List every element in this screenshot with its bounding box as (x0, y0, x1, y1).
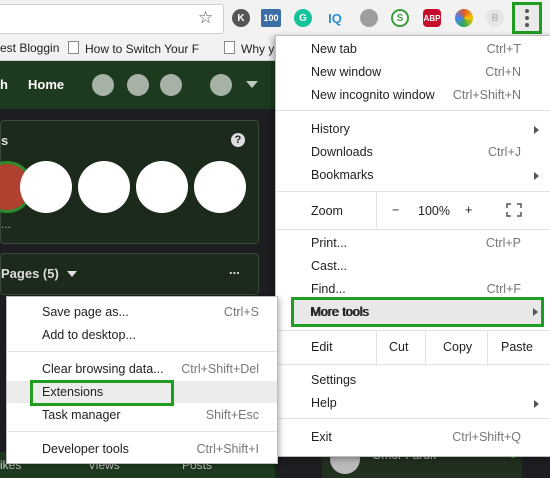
chrome-main-menu: New tab Ctrl+T New window Ctrl+N New incog… (275, 35, 550, 457)
color-wheel-extension-icon[interactable] (455, 9, 473, 27)
menu-item-developer-tools[interactable]: Developer tools Ctrl+Shift+I (7, 438, 277, 460)
menu-item-help[interactable]: Help (276, 392, 550, 414)
menu-item-new-tab[interactable]: New tab Ctrl+T (276, 38, 550, 60)
more-dots: ... (1, 217, 12, 231)
menu-item-history[interactable]: History (276, 118, 550, 140)
menu-item-new-incognito-window[interactable]: New incognito window Ctrl+Shift+N (276, 84, 550, 106)
friends-icon[interactable] (92, 74, 114, 96)
caret-down-icon[interactable] (246, 81, 258, 88)
more-options-icon[interactable]: ... (229, 262, 240, 277)
story-placeholder[interactable] (78, 161, 130, 213)
menu-divider (276, 191, 550, 192)
bookmark-item[interactable]: How to Switch Your F (68, 41, 199, 56)
bookmark-star-icon[interactable]: ☆ (198, 8, 213, 28)
zoom-divider (376, 192, 377, 228)
edit-divider (425, 330, 426, 366)
story-placeholder[interactable] (136, 161, 188, 213)
stories-panel: s ? ... (0, 120, 259, 244)
stories-title: s (1, 133, 9, 148)
pages-panel: Pages (5) ... (0, 253, 259, 295)
menu-divider (276, 330, 550, 331)
edit-divider (487, 330, 488, 366)
menu-divider (7, 351, 277, 352)
extension-iq-icon[interactable]: IQ (326, 9, 344, 27)
menu-item-edit: Edit Cut Copy Paste (276, 330, 550, 366)
bookmark-item[interactable]: est Bloggin (0, 41, 59, 55)
help-icon[interactable] (210, 74, 232, 96)
menu-item-clear-browsing-data[interactable]: Clear browsing data... Ctrl+Shift+Del (7, 358, 277, 380)
menu-divider (7, 431, 277, 432)
zoom-out-button[interactable]: − (392, 203, 399, 217)
browser-toolbar: ☆ K 100 G IQ S ABP B (0, 0, 550, 39)
extension-100-icon[interactable]: 100 (261, 9, 281, 27)
menu-divider (276, 418, 550, 419)
zoom-in-button[interactable]: + (465, 203, 472, 217)
pages-title[interactable]: Pages (5) (1, 266, 59, 281)
submenu-arrow-icon (533, 308, 538, 316)
menu-divider (276, 110, 550, 111)
copy-button[interactable]: Copy (443, 340, 472, 354)
menu-item-print[interactable]: Print... Ctrl+P (276, 232, 550, 254)
menu-divider (276, 364, 550, 365)
fullscreen-icon[interactable] (506, 203, 522, 217)
menu-item-downloads[interactable]: Downloads Ctrl+J (276, 141, 550, 163)
menu-divider (276, 229, 550, 230)
submenu-arrow-icon (534, 172, 539, 180)
menu-item-save-page[interactable]: Save page as... Ctrl+S (7, 301, 277, 323)
menu-item-settings[interactable]: Settings (276, 369, 550, 391)
submenu-arrow-icon (534, 400, 539, 408)
page-icon (224, 41, 235, 54)
adblock-plus-icon[interactable]: ABP (423, 9, 441, 27)
facebook-top-bar: h Home (0, 61, 275, 109)
chrome-menu-button[interactable] (512, 2, 542, 34)
globe-extension-icon[interactable] (360, 9, 378, 27)
menu-item-task-manager[interactable]: Task manager Shift+Esc (7, 404, 277, 426)
grammarly-icon[interactable]: G (294, 9, 312, 27)
help-icon[interactable]: ? (231, 133, 245, 147)
home-link[interactable]: Home (28, 77, 64, 92)
cut-button[interactable]: Cut (389, 340, 408, 354)
story-placeholder[interactable] (20, 161, 72, 213)
extension-s-icon[interactable]: S (391, 9, 409, 27)
address-bar[interactable] (0, 4, 224, 34)
caret-down-icon[interactable] (67, 271, 77, 277)
extension-k-icon[interactable]: K (232, 9, 250, 27)
menu-item-zoom: Zoom − 100% + (276, 192, 550, 228)
paste-button[interactable]: Paste (501, 340, 533, 354)
bookmark-item[interactable]: Why y (224, 41, 274, 56)
extension-b-icon[interactable]: B (486, 9, 504, 27)
edit-divider (376, 330, 377, 366)
menu-item-add-to-desktop[interactable]: Add to desktop... (7, 324, 277, 346)
menu-item-new-window[interactable]: New window Ctrl+N (276, 61, 550, 83)
globe-notifications-icon[interactable] (160, 74, 182, 96)
menu-item-bookmarks[interactable]: Bookmarks (276, 164, 550, 186)
menu-item-cast[interactable]: Cast... (276, 255, 550, 277)
vertical-dots-icon (525, 9, 529, 27)
story-placeholder[interactable] (194, 161, 246, 213)
menu-item-exit[interactable]: Exit Ctrl+Shift+Q (276, 426, 550, 448)
submenu-arrow-icon (534, 126, 539, 134)
page-icon (68, 41, 79, 54)
zoom-level: 100% (418, 204, 450, 218)
extensions-highlight (30, 380, 174, 406)
messenger-icon[interactable] (127, 74, 149, 96)
nav-link-partial[interactable]: h (0, 77, 8, 92)
